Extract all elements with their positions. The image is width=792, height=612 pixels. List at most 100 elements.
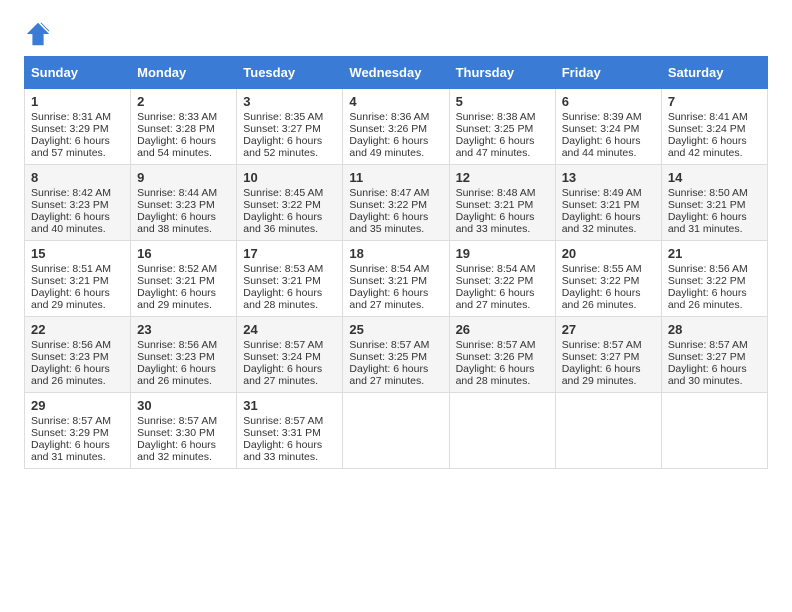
calendar-cell: 31 Sunrise: 8:57 AMSunset: 3:31 PMDayligh… (237, 393, 343, 469)
calendar-cell: 15Sunrise: 8:51 AMSunset: 3:21 PMDayligh… (25, 241, 131, 317)
calendar-cell: 30Sunrise: 8:57 AMSunset: 3:30 PMDayligh… (131, 393, 237, 469)
sunrise-text: Sunrise: 8:57 AM (349, 339, 429, 351)
sunrise-text: Sunrise: 8:41 AM (668, 111, 748, 123)
sunrise-text: Sunrise: 8:54 AM (456, 263, 536, 275)
sunset-text: Sunset: 3:21 PM (137, 275, 215, 287)
daylight-text: Daylight: 6 hours and 26 minutes. (31, 363, 110, 387)
calendar-cell: 1 Sunrise: 8:31 AMSunset: 3:29 PMDaylight… (25, 89, 131, 165)
calendar-week-row: 1Sunrise: 8:31 AMSunset: 3:29 PMDaylight… (25, 89, 768, 165)
sunrise-text: Sunrise: 8:57 AM (31, 415, 111, 427)
calendar-cell: 3Sunrise: 8:35 AMSunset: 3:27 PMDaylight… (237, 89, 343, 165)
daylight-text: Daylight: 6 hours and 49 minutes. (349, 135, 428, 159)
day-number: 3 (243, 94, 336, 109)
sunset-text: Sunset: 3:31 PM (243, 427, 321, 439)
calendar-cell: 23Sunrise: 8:56 AMSunset: 3:23 PMDayligh… (131, 317, 237, 393)
calendar-cell: 4Sunrise: 8:36 AMSunset: 3:26 PMDaylight… (343, 89, 449, 165)
daylight-text: Daylight: 6 hours and 26 minutes. (668, 287, 747, 311)
day-number: 19 (456, 246, 549, 261)
sunrise-text: Sunrise: 8:56 AM (137, 339, 217, 351)
sunrise-text: Sunrise: 8:57 AM (562, 339, 642, 351)
calendar-cell: 19 Sunrise: 8:54 AMSunset: 3:22 PMDayligh… (449, 241, 555, 317)
day-number: 21 (668, 246, 761, 261)
sunrise-text: Sunrise: 8:57 AM (243, 415, 323, 427)
calendar-cell: 26Sunrise: 8:57 AMSunset: 3:26 PMDayligh… (449, 317, 555, 393)
sunrise-text: Sunrise: 8:55 AM (562, 263, 642, 275)
daylight-text: Daylight: 6 hours and 40 minutes. (31, 211, 110, 235)
day-number: 18 (349, 246, 442, 261)
calendar-cell: 28Sunrise: 8:57 AMSunset: 3:27 PMDayligh… (661, 317, 767, 393)
calendar-cell: 21Sunrise: 8:56 AMSunset: 3:22 PMDayligh… (661, 241, 767, 317)
day-number: 26 (456, 322, 549, 337)
sunset-text: Sunset: 3:23 PM (31, 199, 109, 211)
daylight-text: Daylight: 6 hours and 26 minutes. (562, 287, 641, 311)
day-number: 22 (31, 322, 124, 337)
calendar-cell: 12Sunrise: 8:48 AMSunset: 3:21 PMDayligh… (449, 165, 555, 241)
calendar-cell: 22 Sunrise: 8:56 AMSunset: 3:23 PMDayligh… (25, 317, 131, 393)
col-header-thursday: Thursday (449, 57, 555, 89)
sunrise-text: Sunrise: 8:33 AM (137, 111, 217, 123)
daylight-text: Daylight: 6 hours and 35 minutes. (349, 211, 428, 235)
calendar-cell: 9Sunrise: 8:44 AMSunset: 3:23 PMDaylight… (131, 165, 237, 241)
daylight-text: Daylight: 6 hours and 57 minutes. (31, 135, 110, 159)
sunset-text: Sunset: 3:24 PM (243, 351, 321, 363)
daylight-text: Daylight: 6 hours and 33 minutes. (243, 439, 322, 463)
col-header-saturday: Saturday (661, 57, 767, 89)
col-header-wednesday: Wednesday (343, 57, 449, 89)
sunset-text: Sunset: 3:21 PM (456, 199, 534, 211)
calendar-cell: 7Sunrise: 8:41 AMSunset: 3:24 PMDaylight… (661, 89, 767, 165)
day-number: 31 (243, 398, 336, 413)
calendar-cell: 8 Sunrise: 8:42 AMSunset: 3:23 PMDaylight… (25, 165, 131, 241)
calendar-week-row: 22Sunrise: 8:56 AMSunset: 3:23 PMDayligh… (25, 317, 768, 393)
calendar-cell: 18Sunrise: 8:54 AMSunset: 3:21 PMDayligh… (343, 241, 449, 317)
sunrise-text: Sunrise: 8:42 AM (31, 187, 111, 199)
col-header-tuesday: Tuesday (237, 57, 343, 89)
daylight-text: Daylight: 6 hours and 36 minutes. (243, 211, 322, 235)
day-number: 9 (137, 170, 230, 185)
daylight-text: Daylight: 6 hours and 42 minutes. (668, 135, 747, 159)
sunset-text: Sunset: 3:22 PM (456, 275, 534, 287)
calendar-cell: 14Sunrise: 8:50 AMSunset: 3:21 PMDayligh… (661, 165, 767, 241)
sunset-text: Sunset: 3:21 PM (562, 199, 640, 211)
sunset-text: Sunset: 3:30 PM (137, 427, 215, 439)
day-number: 16 (137, 246, 230, 261)
sunset-text: Sunset: 3:21 PM (349, 275, 427, 287)
sunrise-text: Sunrise: 8:39 AM (562, 111, 642, 123)
calendar-cell: 11Sunrise: 8:47 AMSunset: 3:22 PMDayligh… (343, 165, 449, 241)
day-number: 7 (668, 94, 761, 109)
calendar-cell: 27Sunrise: 8:57 AMSunset: 3:27 PMDayligh… (555, 317, 661, 393)
daylight-text: Daylight: 6 hours and 31 minutes. (668, 211, 747, 235)
sunrise-text: Sunrise: 8:35 AM (243, 111, 323, 123)
sunrise-text: Sunrise: 8:56 AM (31, 339, 111, 351)
header (24, 20, 768, 48)
calendar-cell (661, 393, 767, 469)
calendar-cell: 25Sunrise: 8:57 AMSunset: 3:25 PMDayligh… (343, 317, 449, 393)
sunset-text: Sunset: 3:26 PM (456, 351, 534, 363)
day-number: 27 (562, 322, 655, 337)
daylight-text: Daylight: 6 hours and 27 minutes. (349, 363, 428, 387)
col-header-monday: Monday (131, 57, 237, 89)
sunset-text: Sunset: 3:29 PM (31, 123, 109, 135)
sunset-text: Sunset: 3:21 PM (243, 275, 321, 287)
daylight-text: Daylight: 6 hours and 27 minutes. (456, 287, 535, 311)
daylight-text: Daylight: 6 hours and 28 minutes. (456, 363, 535, 387)
daylight-text: Daylight: 6 hours and 47 minutes. (456, 135, 535, 159)
calendar-cell: 17Sunrise: 8:53 AMSunset: 3:21 PMDayligh… (237, 241, 343, 317)
sunset-text: Sunset: 3:23 PM (31, 351, 109, 363)
daylight-text: Daylight: 6 hours and 54 minutes. (137, 135, 216, 159)
sunset-text: Sunset: 3:22 PM (668, 275, 746, 287)
day-number: 1 (31, 94, 124, 109)
daylight-text: Daylight: 6 hours and 29 minutes. (562, 363, 641, 387)
day-number: 14 (668, 170, 761, 185)
sunset-text: Sunset: 3:27 PM (668, 351, 746, 363)
calendar-header-row: SundayMondayTuesdayWednesdayThursdayFrid… (25, 57, 768, 89)
day-number: 8 (31, 170, 124, 185)
sunset-text: Sunset: 3:25 PM (456, 123, 534, 135)
sunrise-text: Sunrise: 8:31 AM (31, 111, 111, 123)
day-number: 30 (137, 398, 230, 413)
sunset-text: Sunset: 3:21 PM (31, 275, 109, 287)
calendar-cell: 13Sunrise: 8:49 AMSunset: 3:21 PMDayligh… (555, 165, 661, 241)
calendar-cell: 20Sunrise: 8:55 AMSunset: 3:22 PMDayligh… (555, 241, 661, 317)
sunrise-text: Sunrise: 8:44 AM (137, 187, 217, 199)
calendar-cell: 5Sunrise: 8:38 AMSunset: 3:25 PMDaylight… (449, 89, 555, 165)
day-number: 10 (243, 170, 336, 185)
